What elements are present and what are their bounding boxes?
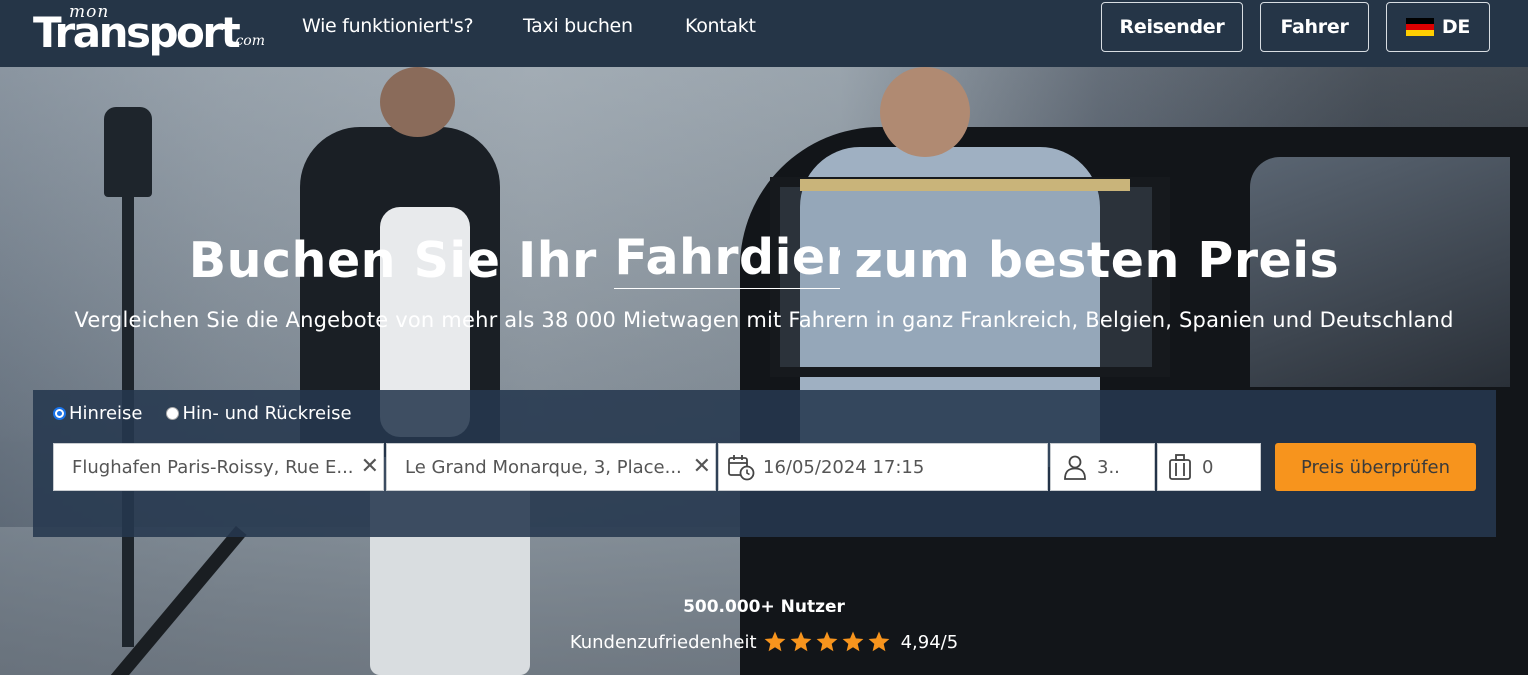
datetime-input[interactable] <box>763 456 1047 478</box>
hero-title-typed: Fahrdien <box>614 229 841 289</box>
germany-flag-icon <box>1405 18 1434 36</box>
traveler-head <box>380 67 455 137</box>
satisfaction-rating: Kundenzufriedenheit 4,94/5 <box>0 630 1528 654</box>
hero-title-before: Buchen Sie Ihr <box>188 232 597 289</box>
lamp-post <box>122 127 134 647</box>
star-full-icon <box>816 631 837 652</box>
clear-to-icon[interactable]: ✕ <box>693 456 711 478</box>
nav-link-contact[interactable]: Kontakt <box>685 15 756 37</box>
nav-link-how-it-works[interactable]: Wie funktioniert's? <box>302 15 474 37</box>
from-field[interactable]: ✕ <box>53 443 384 491</box>
round-trip-label[interactable]: Hin- und Rückreise <box>182 403 351 424</box>
logo[interactable]: mon Transport .com <box>33 2 278 62</box>
one-way-radio[interactable] <box>53 407 66 420</box>
to-input[interactable] <box>405 456 715 478</box>
star-full-icon <box>868 631 889 652</box>
passenger-icon <box>1064 455 1086 480</box>
from-input[interactable] <box>72 456 383 478</box>
luggage-icon <box>1169 454 1191 480</box>
check-price-button[interactable]: Preis überprüfen <box>1275 443 1476 491</box>
passengers-input[interactable] <box>1097 456 1154 478</box>
navbar: mon Transport .com Wie funktioniert's? T… <box>0 0 1528 67</box>
user-count: 500.000+ Nutzer <box>683 597 845 617</box>
car-door-trim <box>800 179 1130 191</box>
driver-head <box>880 67 970 157</box>
star-full-icon <box>842 631 863 652</box>
logo-com: .com <box>231 33 265 49</box>
booking-form: Hinreise Hin- und Rückreise ✕ ✕ <box>33 390 1496 537</box>
star-full-icon <box>764 631 785 652</box>
nav-link-book-taxi[interactable]: Taxi buchen <box>523 15 633 37</box>
one-way-label[interactable]: Hinreise <box>69 403 142 424</box>
calendar-clock-icon <box>728 455 755 481</box>
hero-section: Buchen Sie Ihr Fahrdienzum besten Preis … <box>0 67 1528 675</box>
clear-from-icon[interactable]: ✕ <box>361 456 379 478</box>
trip-type-selector: Hinreise Hin- und Rückreise <box>53 403 376 424</box>
to-field[interactable]: ✕ <box>386 443 716 491</box>
round-trip-radio[interactable] <box>166 407 180 420</box>
logo-main: Transport <box>33 8 241 57</box>
rating-stars <box>763 630 893 654</box>
traveler-button-label: Reisender <box>1119 16 1225 38</box>
star-full-icon <box>790 631 811 652</box>
hero-title: Buchen Sie Ihr Fahrdienzum besten Preis <box>0 229 1528 289</box>
check-price-label: Preis überprüfen <box>1300 456 1451 478</box>
luggage-input[interactable] <box>1202 456 1260 478</box>
language-label: DE <box>1441 16 1471 38</box>
driver-button[interactable]: Fahrer <box>1260 2 1369 52</box>
language-button[interactable]: DE <box>1386 2 1490 52</box>
hero-subtitle: Vergleichen Sie die Angebote von mehr al… <box>74 308 1454 332</box>
rating-value: 4,94/5 <box>900 631 959 653</box>
datetime-field[interactable] <box>718 443 1048 491</box>
passengers-field[interactable] <box>1050 443 1155 491</box>
hero-title-after: zum besten Preis <box>854 232 1340 289</box>
satisfaction-label: Kundenzufriedenheit <box>569 631 757 653</box>
lamp-head <box>104 107 152 197</box>
luggage-field[interactable] <box>1157 443 1261 491</box>
driver-button-label: Fahrer <box>1280 16 1349 38</box>
traveler-button[interactable]: Reisender <box>1101 2 1243 52</box>
